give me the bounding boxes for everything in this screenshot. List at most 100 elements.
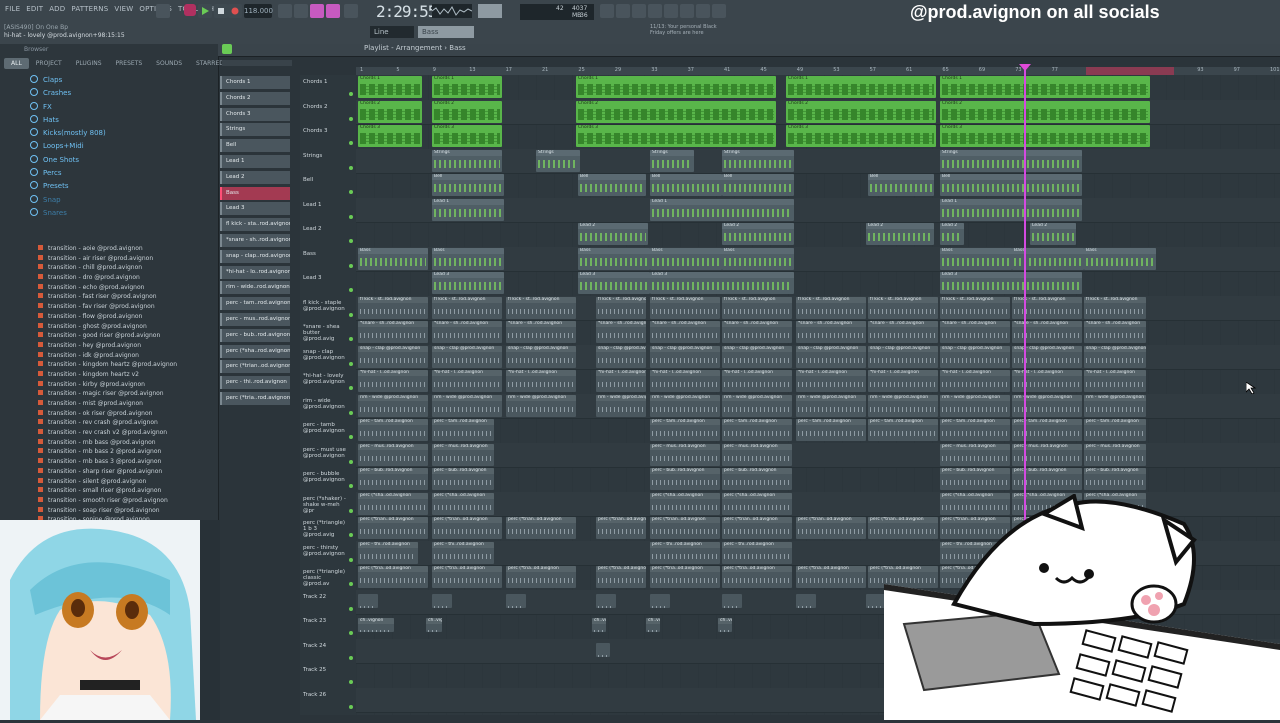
playlist-clip[interactable]: snap - clap @prod.avignon (1012, 345, 1082, 368)
playlist-clip[interactable]: perc (*sha..od.avignon (650, 492, 720, 515)
playlist-clip[interactable]: rim - wide @prod.avignon (1084, 394, 1146, 417)
playlist-clip[interactable]: snap - clap @prod.avignon (868, 345, 938, 368)
playlist-clip[interactable] (722, 593, 742, 608)
track-name[interactable]: perc - thirsty @prod.avignon (303, 545, 349, 557)
playlist-clip[interactable]: Lead 2 (722, 223, 794, 245)
playlist-clip[interactable]: Chords 3 (786, 125, 936, 147)
playlist-clip[interactable]: *snare - sh..rod.avignon (596, 321, 646, 343)
playlist-clip[interactable]: perc (*sha..od.avignon (722, 492, 792, 515)
track-lane[interactable]: Chords 1 Chords 1 Chords 1 Chords 1 Chords 1 (356, 75, 1280, 101)
playlist-clip[interactable] (866, 593, 886, 608)
record-button[interactable] (184, 4, 196, 16)
loop-record-button[interactable] (326, 4, 340, 18)
track-lane[interactable]: Lead 3 Lead 3 Lead 3 Lead 3 (356, 271, 1280, 297)
tool-button-1[interactable] (600, 4, 614, 18)
playhead-marker[interactable] (1019, 64, 1031, 71)
playlist-clip[interactable] (506, 593, 526, 608)
picker-item[interactable]: Bass (220, 186, 290, 200)
track-mute-led[interactable] (349, 631, 353, 635)
playlist-clip[interactable]: Lead 3 (650, 272, 794, 294)
browser-file[interactable]: transition - hey @prod.avignon (38, 341, 177, 351)
playlist-clip[interactable]: Bell (650, 174, 722, 196)
playlist-clip[interactable]: Chords 1 (940, 76, 1150, 98)
picker-item[interactable]: perc - tam..rod.avignon (220, 297, 290, 311)
playlist-clip[interactable]: Bass (1012, 247, 1084, 270)
picker-item[interactable]: Strings (220, 123, 290, 137)
browser-folder[interactable]: Presets (30, 180, 106, 193)
playlist-clip[interactable]: Bass (358, 247, 428, 270)
picker-item[interactable]: perc (*tria..rod.avignon (220, 392, 290, 405)
track-mute-led[interactable] (349, 312, 353, 317)
playlist-clip[interactable]: perc - thi..rod.avignon (432, 541, 494, 564)
browser-file[interactable]: transition - mist @prod.avignon (38, 399, 177, 409)
track-name[interactable]: Lead 2 (303, 226, 349, 232)
track-name[interactable]: fl kick - staple @prod.avignon (303, 300, 349, 312)
browser-tab-presets[interactable]: PRESETS (109, 58, 150, 69)
playlist-clip[interactable]: perc - tam..rod.avignon (1084, 419, 1146, 441)
playlist-clip[interactable]: perc - bub..rod.avignon (1084, 468, 1146, 490)
playlist-clip[interactable]: fl kick - st..rod.avignon (796, 296, 866, 319)
playlist-clip[interactable]: *snare - sh..rod.avignon (868, 321, 938, 343)
track-name[interactable]: Strings (303, 153, 349, 159)
playlist-clip[interactable]: Strings (940, 149, 1082, 172)
playlist-clip[interactable]: perc (*trian..od.avignon (796, 517, 866, 539)
browser-tab-plugins[interactable]: PLUGINS (69, 58, 109, 69)
playlist-clip[interactable] (358, 593, 378, 608)
playlist-clip[interactable]: rim - wide @prod.avignon (358, 394, 428, 417)
playlist-clip[interactable]: snap - clap @prod.avignon (596, 345, 646, 368)
playlist-clip[interactable]: *snare - sh..rod.avignon (796, 321, 866, 343)
picker-item[interactable]: Lead 3 (220, 202, 290, 216)
browser-file[interactable]: transition - ghost @prod.avignon (38, 322, 177, 332)
track-mute-led[interactable] (349, 141, 353, 145)
menu-add[interactable]: ADD (48, 5, 66, 13)
track-name[interactable]: perc - bubble @prod.avignon (303, 471, 349, 483)
play-button[interactable] (198, 4, 212, 18)
track-lane[interactable]: fl kick - st..rod.avignon fl kick - st..r… (356, 295, 1280, 321)
track-name[interactable]: perc (*triangle) classic @prod.av (303, 569, 349, 587)
browser-file[interactable]: transition - silent @prod.avignon (38, 477, 177, 487)
playlist-clip[interactable]: fl kick - st..rod.avignon (868, 296, 938, 319)
playlist-snap-icon[interactable] (222, 44, 232, 54)
playlist-clip[interactable]: *hi-hat - l..od.avignon (1084, 370, 1146, 392)
track-name[interactable]: Track 26 (303, 692, 349, 698)
playlist-clip[interactable]: perc - mus..rod.avignon (1084, 443, 1146, 466)
playlist-clip[interactable]: *snare - sh..rod.avignon (358, 321, 428, 343)
playlist-clip[interactable]: Strings (432, 149, 502, 172)
playlist-clip[interactable]: perc (*trian..od.avignon (722, 517, 792, 539)
browser-folder[interactable]: FX (30, 101, 106, 114)
playlist-clip[interactable]: Bass (722, 247, 794, 270)
playlist-clip[interactable]: Lead 2 (940, 223, 964, 245)
playlist-clip[interactable]: snap - clap @prod.avignon (432, 345, 502, 368)
browser-file[interactable]: transition - magic riser @prod.avignon (38, 389, 177, 399)
track-name[interactable]: perc - must use @prod.avignon (303, 447, 349, 459)
picker-item[interactable]: fl kick - sta..rod.avignon (220, 218, 290, 232)
browser-file[interactable]: transition - rev crash @prod.avignon (38, 418, 177, 428)
track-name[interactable]: Bass (303, 251, 349, 257)
playlist-clip[interactable]: snap - clap @prod.avignon (722, 345, 792, 368)
playlist-clip[interactable]: Lead 2 (578, 223, 648, 245)
tempo-display[interactable]: 118.000 (244, 4, 273, 18)
browser-file[interactable]: transition - flow @prod.avignon (38, 312, 177, 322)
browser-folder[interactable]: Loops+Midi (30, 140, 106, 153)
track-mute-led[interactable] (349, 92, 353, 96)
playlist-clip[interactable] (650, 593, 670, 608)
track-mute-led[interactable] (349, 386, 353, 390)
playlist-clip[interactable]: Strings (536, 149, 580, 172)
track-mute-led[interactable] (349, 435, 353, 439)
browser-file[interactable]: transition - rnb bass 2 @prod.avignon (38, 447, 177, 457)
track-name[interactable]: snap - clap @prod.avignon (303, 349, 349, 361)
playlist-clip[interactable]: perc - tam..rod.avignon (940, 419, 1010, 441)
playlist-clip[interactable]: Lead 1 (940, 198, 1082, 221)
playlist-clip[interactable]: ch..vignon (718, 618, 732, 632)
picker-item[interactable]: perc - thi..rod.avignon (220, 376, 290, 390)
picker-item[interactable]: perc (*trian..od.avignon (220, 360, 290, 374)
playlist-clip[interactable]: rim - wide @prod.avignon (596, 394, 646, 417)
countdown-button[interactable] (310, 4, 324, 18)
track-mute-led[interactable] (349, 165, 353, 170)
snap-select[interactable]: Line (370, 26, 414, 38)
playlist-clip[interactable]: perc (*tria..od.avignon (796, 566, 866, 588)
playlist-clip[interactable]: perc (*tria..od.avignon (596, 566, 646, 588)
master-volume[interactable] (478, 4, 502, 18)
playlist-clip[interactable]: Chords 2 (576, 100, 776, 123)
playlist-clip[interactable] (596, 593, 616, 608)
